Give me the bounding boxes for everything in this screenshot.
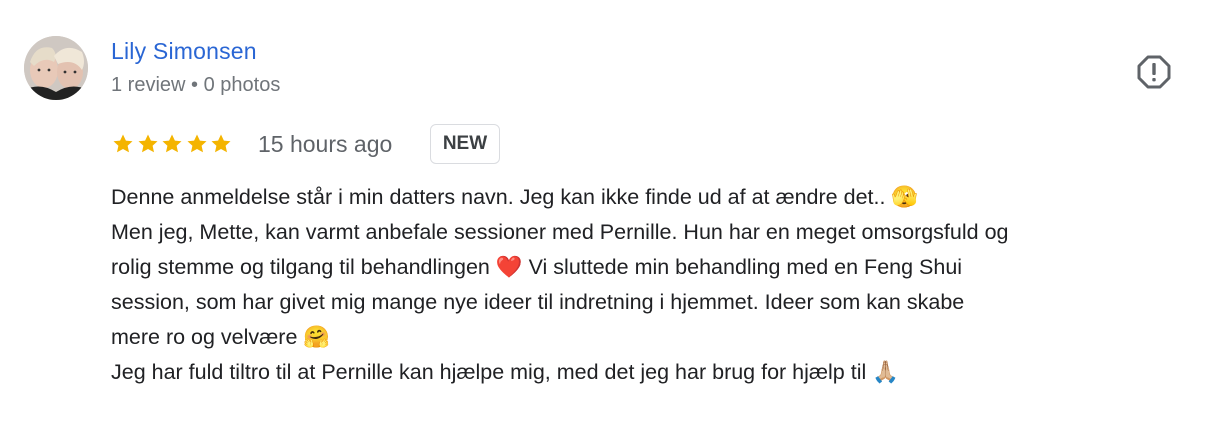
review-line: rolig stemme og tilgang til behandlingen…	[111, 255, 963, 279]
review-text: Denne anmeldelse står i min datters navn…	[111, 180, 1201, 390]
reviewer-name[interactable]: Lily Simonsen	[111, 38, 257, 65]
star-rating	[111, 131, 234, 157]
new-badge: NEW	[430, 124, 500, 164]
report-button[interactable]	[1136, 54, 1172, 90]
review-line: Denne anmeldelse står i min datters navn…	[111, 185, 919, 209]
review-line: Men jeg, Mette, kan varmt anbefale sessi…	[111, 220, 1009, 244]
star-icon	[113, 134, 133, 153]
review-line: Jeg har fuld tiltro til at Pernille kan …	[111, 360, 900, 384]
review-line: session, som har givet mig mange nye ide…	[111, 290, 965, 314]
star-icon	[162, 134, 182, 153]
star-icon	[187, 134, 206, 153]
avatar[interactable]	[24, 36, 88, 100]
review-time: 15 hours ago	[258, 131, 393, 157]
reviewer-meta: 1 review • 0 photos	[111, 74, 281, 96]
report-octagon-icon	[1137, 55, 1171, 89]
review-line: mere ro og velvære 🤗	[111, 325, 331, 349]
star-icon	[211, 134, 231, 153]
avatar-photo	[24, 36, 88, 100]
star-icon	[138, 134, 157, 153]
